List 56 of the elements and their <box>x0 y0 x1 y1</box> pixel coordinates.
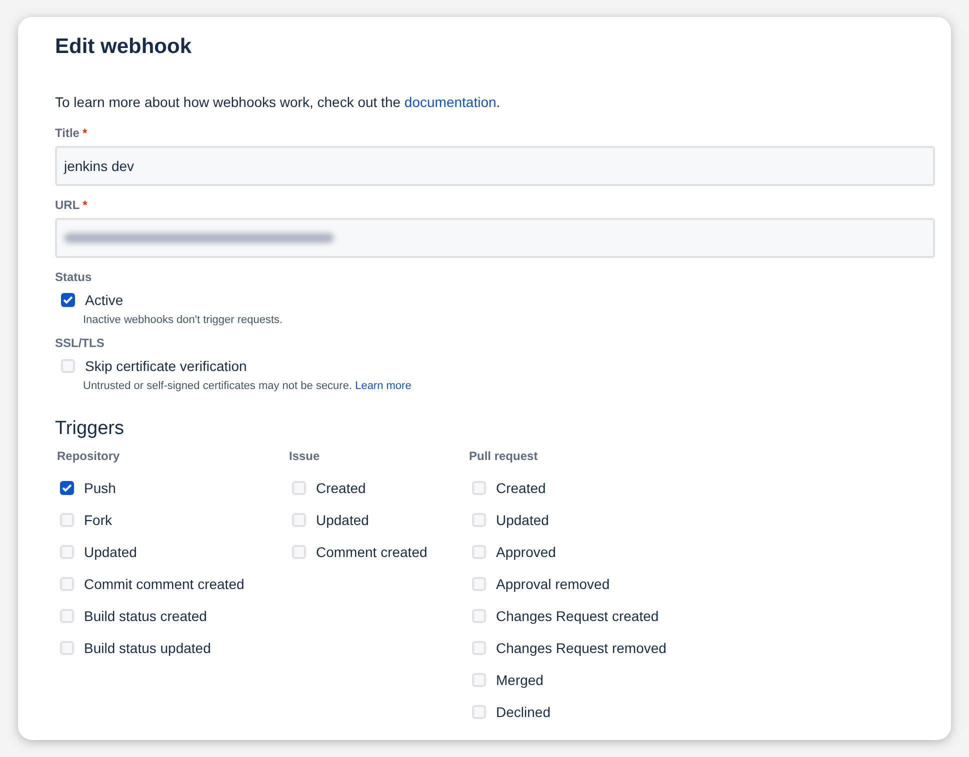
learn-more-link[interactable]: Learn more <box>355 380 412 392</box>
intro-text: To learn more about how webhooks work, check out the documentation. <box>55 94 502 110</box>
checkbox-label: Build status created <box>84 608 207 624</box>
checkbox[interactable] <box>472 673 486 687</box>
required-mark: * <box>82 198 88 212</box>
checkbox-label: Declined <box>496 704 550 720</box>
checkbox-label: Build status updated <box>84 640 211 656</box>
field-label: Title <box>55 126 80 140</box>
column-title: Issue <box>289 449 321 463</box>
column-title: Pull request <box>469 449 539 463</box>
checkbox[interactable] <box>60 481 74 495</box>
checkbox[interactable] <box>60 641 74 655</box>
checkbox[interactable] <box>292 545 306 559</box>
checkbox-label: Updated <box>496 512 549 528</box>
checkbox[interactable] <box>60 577 74 591</box>
checkbox-label: Created <box>496 480 546 496</box>
checkbox-label: Updated <box>84 544 137 560</box>
checkbox[interactable] <box>472 545 486 559</box>
checkbox[interactable] <box>472 513 486 527</box>
checkbox[interactable] <box>61 293 75 307</box>
checkbox-label: Active <box>85 292 124 308</box>
section-title: Triggers <box>55 418 125 440</box>
checkbox[interactable] <box>472 609 486 623</box>
checkbox-label: Approved <box>496 544 556 560</box>
checkbox[interactable] <box>472 577 486 591</box>
checkbox-label: Push <box>84 480 116 496</box>
page-title: Edit webhook <box>55 35 192 59</box>
checkbox[interactable] <box>60 545 74 559</box>
checkbox[interactable] <box>292 513 306 527</box>
input-field[interactable] <box>55 218 935 258</box>
help-text: Inactive webhooks don't trigger requests. <box>83 314 284 326</box>
checkbox[interactable] <box>472 641 486 655</box>
input-field[interactable]: jenkins dev <box>55 146 935 186</box>
checkbox[interactable] <box>60 609 74 623</box>
field-label: URL <box>55 198 80 212</box>
checkbox-label: Merged <box>496 672 544 688</box>
checkbox-label: Commit comment created <box>84 576 244 592</box>
required-mark: * <box>82 126 88 140</box>
column-title: Repository <box>57 449 121 463</box>
checkbox-label: Approval removed <box>496 576 610 592</box>
checkbox-label: Changes Request removed <box>496 640 666 656</box>
checkbox-label: Skip certificate verification <box>85 358 247 374</box>
section-label: SSL/TLS <box>55 336 104 350</box>
checkbox[interactable] <box>292 481 306 495</box>
checkbox-label: Fork <box>84 512 112 528</box>
checkbox[interactable] <box>472 481 486 495</box>
checkbox[interactable] <box>61 359 75 373</box>
checkbox-label: Changes Request created <box>496 608 659 624</box>
checkbox[interactable] <box>60 513 74 527</box>
help-text: Untrusted or self-signed certificates may not be secure. Learn more <box>83 380 412 392</box>
checkbox-label: Updated <box>316 512 369 528</box>
section-label: Status <box>55 270 92 284</box>
documentation-link[interactable]: documentation <box>404 94 496 110</box>
checkbox[interactable] <box>472 705 486 719</box>
checkbox-label: Created <box>316 480 366 496</box>
checkbox-label: Comment created <box>316 544 428 560</box>
